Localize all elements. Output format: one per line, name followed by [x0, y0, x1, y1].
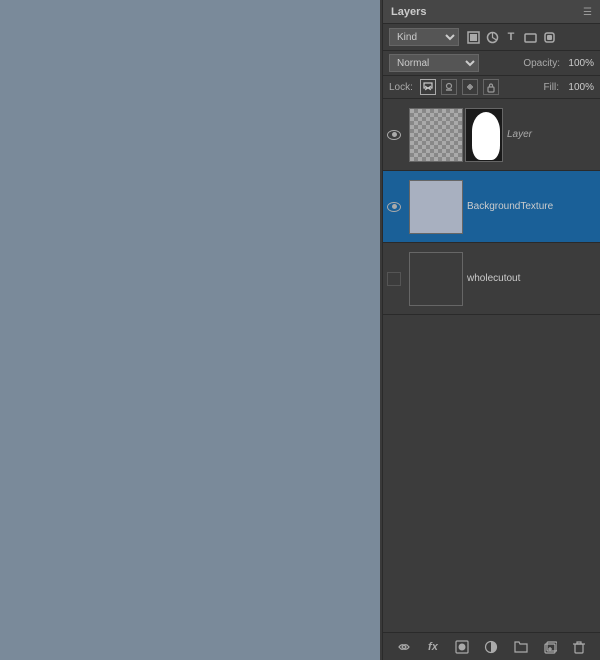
layer2-thumbnails	[409, 180, 463, 234]
panel-title: Layers	[391, 6, 426, 18]
layer1-mask-preview	[466, 109, 502, 161]
lock-transparent-icon[interactable]	[420, 79, 436, 95]
layer1-thumb-canvas	[410, 109, 463, 162]
pixel-filter-icon[interactable]	[465, 29, 481, 45]
layer1-mask-thumbnail	[465, 108, 503, 162]
layer3-thumbnail	[409, 252, 463, 306]
smart-filter-icon[interactable]	[541, 29, 557, 45]
opacity-value[interactable]: 100%	[564, 58, 594, 69]
adjustment-filter-icon[interactable]	[484, 29, 500, 45]
layer2-thumbnail	[409, 180, 463, 234]
layer3-name: wholecutout	[467, 273, 600, 284]
silhouette-head-shape	[472, 112, 500, 160]
layers-panel: Layers ☰ Kind Name Effect Mode	[382, 0, 600, 660]
layer-row[interactable]: wholecutout	[383, 243, 600, 315]
layer3-thumbnails	[409, 252, 463, 306]
fill-label: Fill:	[543, 82, 559, 93]
layer2-eye-icon[interactable]	[387, 202, 401, 212]
new-adjustment-button[interactable]	[481, 637, 501, 657]
new-group-button[interactable]	[511, 637, 531, 657]
panel-header-icons: ☰	[583, 7, 592, 18]
layer2-name: BackgroundTexture	[467, 201, 600, 212]
layer1-visibility[interactable]	[383, 99, 405, 170]
new-layer-button[interactable]	[540, 637, 560, 657]
lock-all-icon[interactable]	[483, 79, 499, 95]
type-filter-icon[interactable]: T	[503, 29, 519, 45]
layer2-visibility[interactable]	[383, 171, 405, 242]
layers-list: Layer BackgroundTexture	[383, 99, 600, 632]
lock-row: Lock: Fill: 100%	[383, 76, 600, 99]
panel-header: Layers ☰	[383, 0, 600, 24]
layer1-thumbnails	[409, 108, 503, 162]
opacity-label: Opacity:	[523, 58, 560, 69]
lock-label: Lock:	[389, 82, 413, 93]
layer3-visibility[interactable]	[383, 243, 405, 314]
filter-row: Kind Name Effect Mode T	[383, 24, 600, 51]
layer-row[interactable]: Layer	[383, 99, 600, 171]
panel-menu-icon[interactable]: ☰	[583, 7, 592, 18]
blend-opacity-row: Normal Dissolve Multiply Screen Overlay …	[383, 51, 600, 76]
layer1-thumbnail	[409, 108, 463, 162]
layer2-thumb-preview	[410, 181, 462, 233]
layer-row[interactable]: BackgroundTexture	[383, 171, 600, 243]
add-mask-button[interactable]	[452, 637, 472, 657]
delete-layer-button[interactable]	[569, 637, 589, 657]
layer1-eye-icon[interactable]	[387, 130, 401, 140]
blend-mode-select[interactable]: Normal Dissolve Multiply Screen Overlay	[389, 54, 479, 72]
fx-button[interactable]: fx	[423, 637, 443, 657]
layer3-thumb-canvas	[410, 253, 463, 306]
filter-icons: T	[465, 29, 557, 45]
face-canvas	[0, 0, 380, 660]
lock-position-icon[interactable]	[462, 79, 478, 95]
layer1-name: Layer	[507, 129, 600, 140]
lock-image-icon[interactable]	[441, 79, 457, 95]
filter-kind-select[interactable]: Kind Name Effect Mode	[389, 28, 459, 46]
layer3-eye-icon[interactable]	[387, 272, 401, 286]
link-layers-button[interactable]	[394, 637, 414, 657]
panel-footer: fx	[383, 632, 600, 660]
fill-value[interactable]: 100%	[564, 82, 594, 93]
canvas-area	[0, 0, 380, 660]
shape-filter-icon[interactable]	[522, 29, 538, 45]
